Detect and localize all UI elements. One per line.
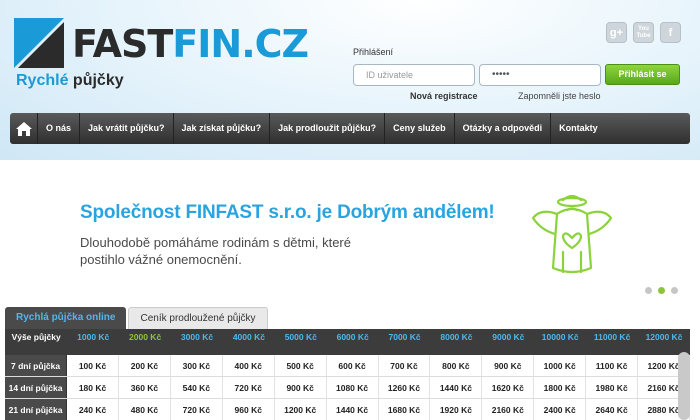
table-cell[interactable]: 600 Kč bbox=[326, 355, 379, 376]
column-header: 7000 Kč bbox=[388, 332, 421, 342]
table-cell[interactable]: 200 Kč bbox=[119, 355, 171, 376]
table-cell[interactable]: 700 Kč bbox=[378, 355, 431, 376]
carousel-dots bbox=[645, 287, 678, 294]
column-header: 9000 Kč bbox=[492, 332, 525, 342]
table-cell[interactable]: 2160 Kč bbox=[482, 399, 535, 420]
table-cell[interactable]: 360 Kč bbox=[119, 377, 171, 398]
nav-item-extend[interactable]: Jak prodloužit půjčku? bbox=[270, 113, 386, 144]
nav-item-repay[interactable]: Jak vrátit půjčku? bbox=[80, 113, 174, 144]
table-row: 7 dní půjčka 100 Kč 200 Kč 300 Kč 400 Kč 500 … bbox=[5, 355, 690, 377]
youtube-icon[interactable]: You Tube bbox=[633, 22, 654, 43]
main-nav: O nás Jak vrátit půjčku? Jak získat půjč… bbox=[10, 113, 690, 144]
home-button[interactable] bbox=[10, 113, 38, 144]
column-header: 10000 Kč bbox=[541, 332, 579, 342]
table-cell[interactable]: 480 Kč bbox=[119, 399, 171, 420]
nav-item-prices[interactable]: Ceny služeb bbox=[385, 113, 455, 144]
hero-title: Společnost FINFAST s.r.o. je Dobrým andě… bbox=[80, 202, 495, 223]
table-cell[interactable]: 2400 Kč bbox=[534, 399, 587, 420]
row-label: 21 dní půjčka bbox=[5, 399, 68, 420]
table-cell[interactable]: 900 Kč bbox=[274, 377, 327, 398]
column-header: 4000 Kč bbox=[232, 332, 265, 342]
carousel-dot[interactable] bbox=[671, 287, 678, 294]
price-tabs: Rychlá půjčka online Ceník prodloužené p… bbox=[5, 307, 268, 329]
forgot-password-link[interactable]: Zapomněli jste heslo bbox=[518, 91, 601, 101]
row-label: 7 dní půjčka bbox=[5, 355, 68, 376]
table-header: Výše půjčky 1000 Kč 2000 Kč 3000 Kč 4000… bbox=[5, 329, 690, 355]
column-header: 6000 Kč bbox=[336, 332, 369, 342]
logo[interactable]: FASTFIN.CZ Rychlé půjčky bbox=[14, 14, 309, 94]
hero-subtitle: Dlouhodobě pomáháme rodinám s dětmi, kte… bbox=[80, 235, 351, 267]
tagline: Rychlé půjčky bbox=[16, 72, 124, 89]
table-cell[interactable]: 400 Kč bbox=[222, 355, 275, 376]
table-cell[interactable]: 1100 Kč bbox=[586, 355, 639, 376]
table-cell[interactable]: 720 Kč bbox=[170, 399, 223, 420]
login-button[interactable]: Přihlásit se bbox=[605, 64, 680, 85]
table-cell[interactable]: 1620 Kč bbox=[482, 377, 535, 398]
facebook-icon[interactable]: f bbox=[660, 22, 681, 43]
logo-text: FASTFIN.CZ bbox=[72, 22, 309, 66]
column-header: 2000 Kč bbox=[129, 332, 162, 342]
logo-mark-icon bbox=[14, 18, 64, 68]
table-scrollbar[interactable] bbox=[678, 352, 690, 420]
google-plus-icon[interactable]: g+ bbox=[606, 22, 627, 43]
row-label: 14 dní půjčka bbox=[5, 377, 68, 398]
table-cell[interactable]: 1080 Kč bbox=[326, 377, 379, 398]
table-row: 14 dní půjčka 180 Kč 360 Kč 540 Kč 720 Kč 900… bbox=[5, 377, 690, 399]
carousel-dot-active[interactable] bbox=[658, 287, 665, 294]
column-header: 8000 Kč bbox=[440, 332, 473, 342]
table-cell[interactable]: 1440 Kč bbox=[326, 399, 379, 420]
table-cell[interactable]: 500 Kč bbox=[274, 355, 327, 376]
column-header: 5000 Kč bbox=[284, 332, 317, 342]
carousel-dot[interactable] bbox=[645, 287, 652, 294]
table-cell[interactable]: 1000 Kč bbox=[534, 355, 587, 376]
table-cell[interactable]: 900 Kč bbox=[482, 355, 535, 376]
social-links: g+ You Tube f bbox=[606, 22, 681, 43]
table-cell[interactable]: 1440 Kč bbox=[430, 377, 483, 398]
table-cell[interactable]: 1200 Kč bbox=[274, 399, 327, 420]
table-cell[interactable]: 720 Kč bbox=[222, 377, 275, 398]
nav-item-about[interactable]: O nás bbox=[38, 113, 81, 144]
login-label: Přihlášení bbox=[353, 47, 394, 57]
user-id-input[interactable]: ID uživatele bbox=[353, 64, 475, 86]
price-table: Výše půjčky 1000 Kč 2000 Kč 3000 Kč 4000… bbox=[5, 329, 690, 420]
tab-extended-loan[interactable]: Ceník prodloužené půjčky bbox=[128, 307, 268, 329]
nav-item-contacts[interactable]: Kontakty bbox=[551, 113, 606, 144]
table-cell[interactable]: 960 Kč bbox=[222, 399, 275, 420]
table-corner: Výše půjčky bbox=[11, 332, 61, 342]
table-cell[interactable]: 1920 Kč bbox=[430, 399, 483, 420]
table-body: 7 dní půjčka 100 Kč 200 Kč 300 Kč 400 Kč 500 … bbox=[5, 355, 690, 420]
nav-item-faq[interactable]: Otázky a odpovědi bbox=[455, 113, 552, 144]
table-cell[interactable]: 1260 Kč bbox=[378, 377, 431, 398]
table-cell[interactable]: 300 Kč bbox=[170, 355, 223, 376]
table-row: 21 dní půjčka 240 Kč 480 Kč 720 Kč 960 Kč 120… bbox=[5, 399, 690, 420]
table-cell[interactable]: 800 Kč bbox=[430, 355, 483, 376]
tab-quick-loan[interactable]: Rychlá půjčka online bbox=[5, 307, 127, 329]
table-cell[interactable]: 240 Kč bbox=[67, 399, 119, 420]
column-header: 1000 Kč bbox=[77, 332, 110, 342]
nav-item-get-loan[interactable]: Jak získat půjčku? bbox=[174, 113, 271, 144]
password-input[interactable]: ••••• bbox=[479, 64, 601, 86]
table-cell[interactable]: 1680 Kč bbox=[378, 399, 431, 420]
angel-icon bbox=[531, 194, 613, 274]
table-cell[interactable]: 180 Kč bbox=[67, 377, 119, 398]
column-header: 3000 Kč bbox=[180, 332, 214, 342]
table-cell[interactable]: 100 Kč bbox=[67, 355, 119, 376]
table-cell[interactable]: 2640 Kč bbox=[586, 399, 639, 420]
register-link[interactable]: Nová registrace bbox=[410, 91, 478, 101]
table-cell[interactable]: 1800 Kč bbox=[534, 377, 587, 398]
column-header: 11000 Kč bbox=[593, 332, 631, 342]
home-icon bbox=[15, 121, 32, 136]
table-cell[interactable]: 1980 Kč bbox=[586, 377, 639, 398]
table-cell[interactable]: 540 Kč bbox=[170, 377, 223, 398]
